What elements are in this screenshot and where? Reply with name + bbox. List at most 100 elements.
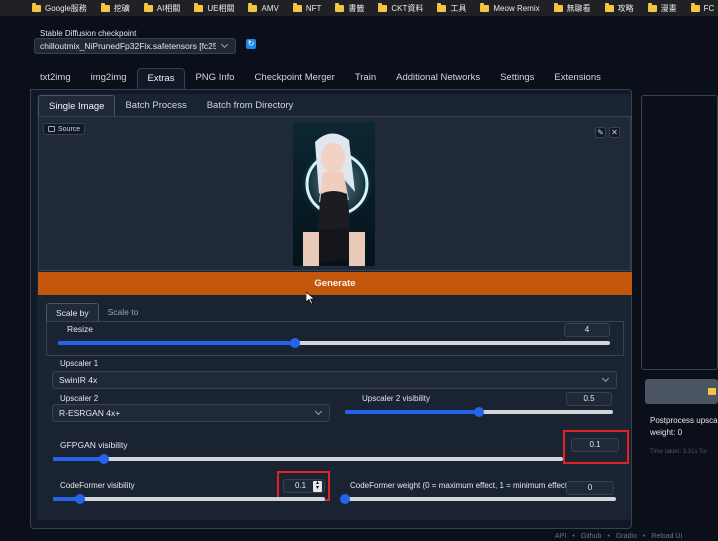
tab-scale-by[interactable]: Scale by — [46, 303, 99, 321]
bookmark-label: FC — [703, 3, 715, 13]
bookmark-label: 工具 — [450, 3, 467, 13]
upscaler1-label: Upscaler 1 — [60, 359, 99, 368]
bookmark-item[interactable]: CKT資料 — [378, 2, 424, 14]
footer-link[interactable]: Reload UI — [651, 533, 682, 540]
tab-png-info[interactable]: PNG Info — [185, 68, 244, 89]
time-taken-text: Time taken: 3.31s Tor — [650, 449, 708, 455]
slider-fill — [53, 457, 104, 461]
tab-scale-to[interactable]: Scale to — [99, 303, 148, 321]
bookmark-item[interactable]: 攻略 — [604, 2, 634, 14]
subtab-batch-process[interactable]: Batch Process — [115, 95, 196, 116]
image-icon — [48, 126, 55, 132]
bookmark-item[interactable]: NFT — [292, 2, 322, 13]
source-badge: Source — [43, 123, 86, 135]
footer-links: API • Github • Gradio • Reload UI — [555, 533, 682, 540]
mouse-cursor-icon — [305, 291, 316, 307]
slider-thumb[interactable] — [289, 338, 300, 348]
upscaler1-value: SwinIR 4x — [59, 375, 98, 385]
bookmark-item[interactable]: Google服務 — [32, 2, 87, 14]
gfpgan-slider[interactable] — [53, 454, 563, 464]
bookmark-label: CKT資料 — [391, 3, 424, 13]
chevron-down-icon — [601, 374, 610, 383]
source-label: Source — [58, 125, 81, 133]
codeformer-weight-input[interactable]: 0 — [566, 481, 614, 495]
resize-input[interactable]: 4 — [564, 323, 610, 337]
open-folder-button[interactable] — [645, 379, 718, 404]
bookmark-item[interactable]: 書籤 — [335, 2, 365, 14]
close-icon[interactable]: ✕ — [609, 127, 620, 138]
tab-additional-networks[interactable]: Additional Networks — [386, 68, 490, 89]
upscaler2-visibility-input[interactable]: 0.5 — [566, 392, 612, 406]
gfpgan-label: GFPGAN visibility — [60, 440, 128, 450]
tab-train[interactable]: Train — [345, 68, 386, 89]
highlight-box — [563, 430, 629, 464]
checkpoint-select[interactable]: chilloutmix_NiPrunedFp32Fix.safetensors … — [34, 38, 236, 54]
slider-thumb[interactable] — [474, 407, 484, 417]
tab-extras[interactable]: Extras — [136, 68, 186, 89]
upscaler2-visibility-slider[interactable] — [345, 407, 613, 417]
upscaler2-visibility-label: Upscaler 2 visibility — [362, 394, 431, 403]
upscaler1-select[interactable]: SwinIR 4x — [52, 371, 617, 389]
folder-icon — [378, 2, 388, 12]
bookmark-label: 無聊看 — [566, 3, 591, 13]
folder-icon — [437, 2, 447, 12]
bookmark-item[interactable]: 無聊看 — [553, 2, 591, 14]
main-tabs: txt2img img2img Extras PNG Info Checkpoint M… — [30, 67, 611, 89]
slider-thumb[interactable] — [340, 494, 350, 504]
bookmark-item[interactable]: UE相關 — [194, 2, 235, 14]
upscaler2-value: R-ESRGAN 4x+ — [59, 408, 121, 418]
bookmark-item[interactable]: 漫畫 — [647, 2, 677, 14]
subtab-batch-from-directory[interactable]: Batch from Directory — [197, 95, 304, 116]
tab-checkpoint-merger[interactable]: Checkpoint Merger — [245, 68, 345, 89]
footer-link[interactable]: API — [555, 533, 566, 540]
bookmark-item[interactable]: 工具 — [437, 2, 467, 14]
slider-thumb[interactable] — [99, 454, 109, 464]
chevron-down-icon — [314, 407, 323, 416]
extras-subtabs: Single Image Batch Process Batch from Dire… — [38, 95, 303, 116]
subtab-single-image[interactable]: Single Image — [38, 95, 116, 116]
bookmark-item[interactable]: Meow Remix — [480, 2, 540, 13]
scale-tabs: Scale by Scale to — [46, 303, 147, 321]
refresh-icon[interactable]: ↻ — [246, 39, 256, 49]
folder-icon — [100, 2, 110, 12]
tab-txt2img[interactable]: txt2img — [30, 68, 81, 89]
upscaler2-label: Upscaler 2 — [60, 394, 99, 403]
slider-fill — [58, 341, 295, 345]
tab-extensions[interactable]: Extensions — [544, 68, 610, 89]
resize-slider[interactable] — [58, 338, 610, 348]
folder-icon — [292, 2, 302, 12]
bookmark-item[interactable]: FC — [690, 2, 715, 13]
footer-separator: • — [607, 533, 610, 540]
bookmark-label: NFT — [305, 3, 322, 13]
bookmark-label: UE相關 — [207, 3, 235, 13]
postprocess-info: Postprocess upscal weight: 0 — [650, 415, 718, 439]
codeformer-weight-slider[interactable] — [340, 494, 616, 504]
codeformer-visibility-slider[interactable] — [53, 494, 325, 504]
bookmark-label: AMV — [261, 3, 279, 13]
folder-icon — [194, 2, 204, 12]
generate-button[interactable]: Generate — [38, 272, 632, 295]
tab-img2img[interactable]: img2img — [81, 68, 137, 89]
bookmark-item[interactable]: AI相關 — [143, 2, 181, 14]
folder-icon — [690, 2, 700, 12]
bookmark-item[interactable]: AMV — [248, 2, 279, 13]
edit-icon[interactable]: ✎ — [595, 127, 606, 138]
bookmark-label: 書籤 — [348, 3, 365, 13]
tab-settings[interactable]: Settings — [490, 68, 544, 89]
bookmark-label: AI相關 — [156, 3, 181, 13]
folder-icon — [143, 2, 153, 12]
folder-icon — [32, 2, 41, 12]
bookmark-label: 挖礦 — [113, 3, 130, 13]
folder-icon — [708, 388, 716, 395]
footer-separator: • — [642, 533, 646, 540]
bookmark-label: Meow Remix — [493, 3, 540, 13]
postprocess-text: Postprocess upscal — [650, 416, 718, 425]
chevron-down-icon — [220, 40, 229, 49]
bookmark-item[interactable]: 挖礦 — [100, 2, 130, 14]
footer-link[interactable]: Gradio — [616, 533, 637, 540]
bookmark-label: Google服務 — [45, 3, 87, 13]
upscaler2-select[interactable]: R-ESRGAN 4x+ — [52, 404, 330, 422]
resize-box — [46, 321, 624, 356]
footer-link[interactable]: Github — [581, 533, 602, 540]
codeformer-weight-label: CodeFormer weight (0 = maximum effect, 1… — [350, 481, 570, 490]
